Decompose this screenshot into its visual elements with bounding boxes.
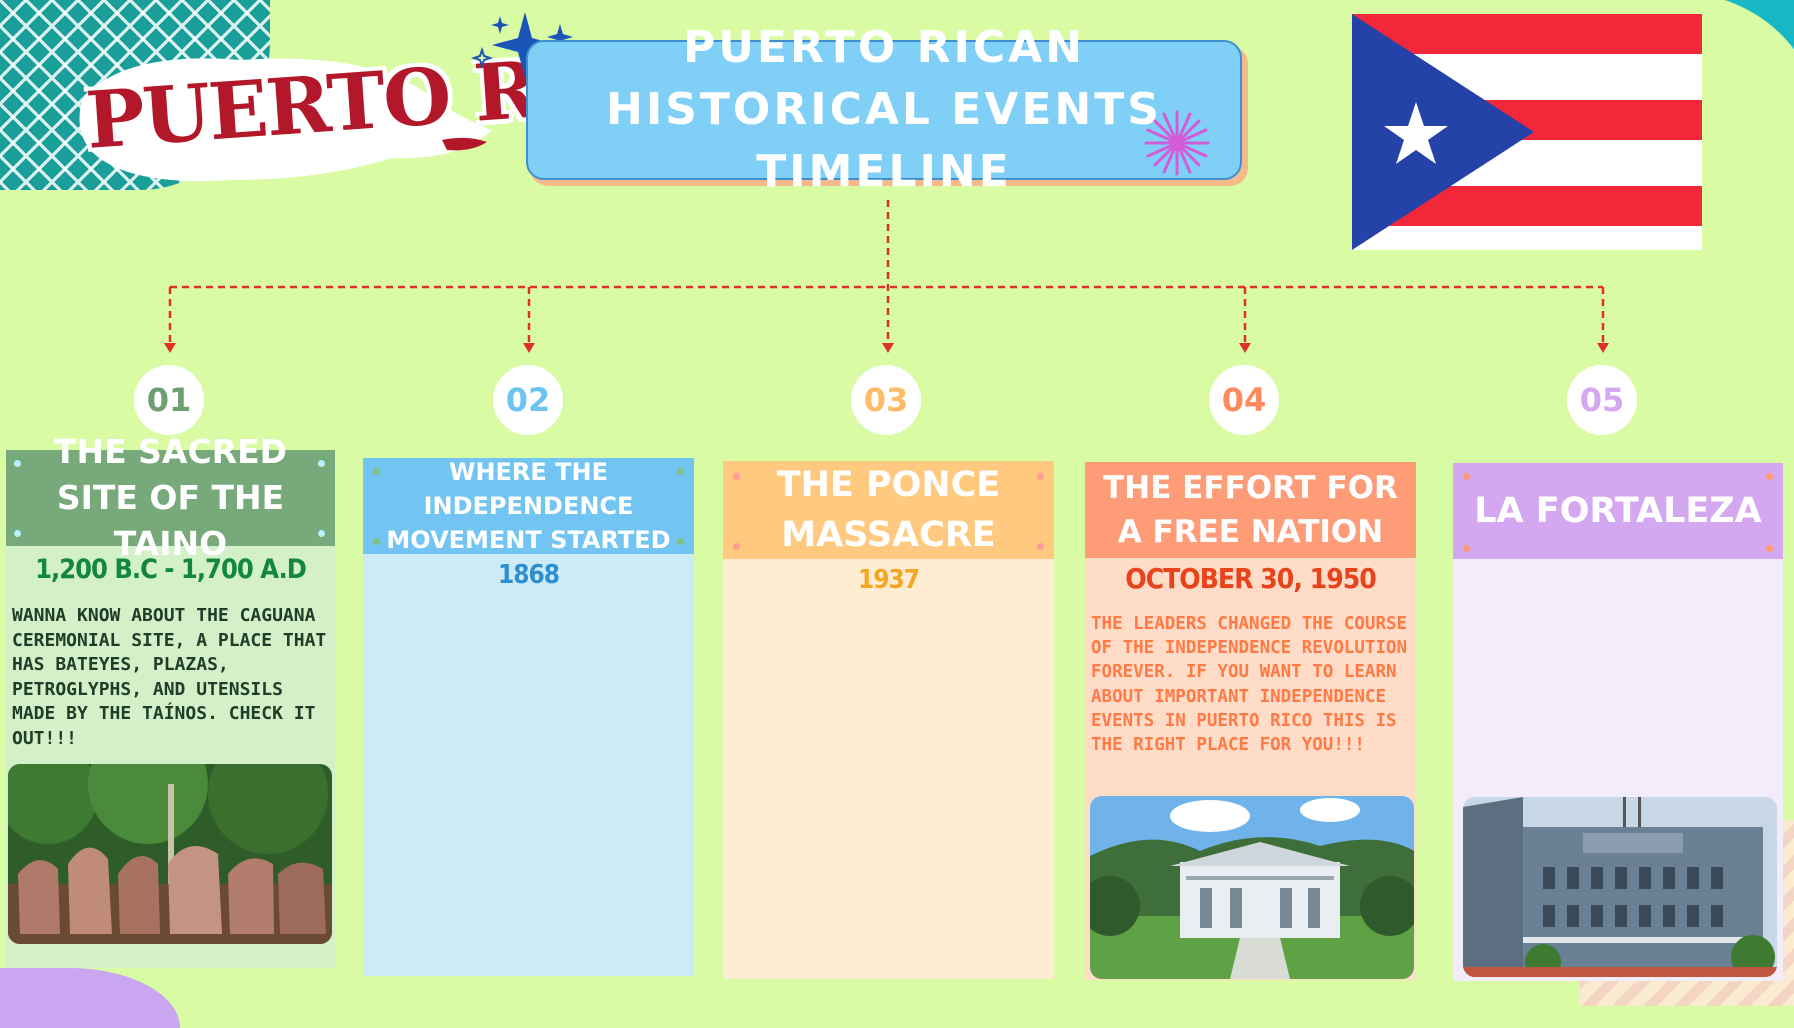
la-fortaleza-photo: [1463, 797, 1777, 977]
decor-dot: [1463, 545, 1470, 552]
caguana-ceremonial-site-photo: [8, 764, 332, 944]
historic-house-photo: [1090, 796, 1414, 979]
event-card-3: THE PONCE MASSACRE 1937: [723, 461, 1054, 979]
event-number-5: 05: [1567, 365, 1637, 435]
event-title-1: THE SACRED SITE OF THE TAINO: [6, 432, 335, 563]
decor-dot: [1766, 473, 1773, 480]
decor-dot: [1766, 545, 1773, 552]
decor-dot: [318, 530, 325, 537]
timeline-connectors: [164, 200, 1609, 353]
decor-dot: [14, 530, 21, 537]
decor-dot: [1037, 473, 1044, 480]
decor-dot: [677, 468, 684, 475]
event-date-2: 1868: [497, 560, 560, 590]
decor-dot: [373, 468, 380, 475]
event-title-3: THE PONCE MASSACRE: [723, 461, 1054, 559]
event-card-1: THE SACRED SITE OF THE TAINO 1,200 B.C -…: [6, 432, 335, 968]
event-description-4: THE LEADERS CHANGED THE COURSE OF THE IN…: [1091, 614, 1408, 756]
decor-dot: [733, 543, 740, 550]
decor-dot: [677, 538, 684, 545]
event-number-4: 04: [1209, 365, 1279, 435]
event-number-2: 02: [493, 365, 563, 435]
event-title-4: THE EFFORT FOR A FREE NATION: [1085, 462, 1416, 558]
event-card-2: WHERE THE INDEPENDENCE MOVEMENT STARTED …: [363, 458, 694, 976]
decor-dot: [1037, 543, 1044, 550]
event-card-5: LA FORTALEZA: [1453, 463, 1783, 981]
decor-dot: [733, 473, 740, 480]
event-number-3: 03: [851, 365, 921, 435]
event-description-1: WANNA KNOW ABOUT THE CAGUANA CEREMONIAL …: [12, 605, 327, 749]
event-date-4: OCTOBER 30, 1950: [1125, 562, 1377, 595]
event-title-2: WHERE THE INDEPENDENCE MOVEMENT STARTED: [363, 458, 694, 554]
event-date-3: 1937: [857, 565, 920, 595]
event-title-5: LA FORTALEZA: [1453, 463, 1783, 559]
event-date-1: 1,200 B.C - 1,700 A.D: [35, 554, 307, 585]
decor-dot: [318, 460, 325, 467]
event-number-1: 01: [134, 365, 204, 435]
decorative-purple-blob: [0, 968, 180, 1028]
decor-dot: [373, 538, 380, 545]
decor-dot: [14, 460, 21, 467]
event-card-4: THE EFFORT FOR A FREE NATION OCTOBER 30,…: [1085, 462, 1416, 980]
decor-dot: [1463, 473, 1470, 480]
